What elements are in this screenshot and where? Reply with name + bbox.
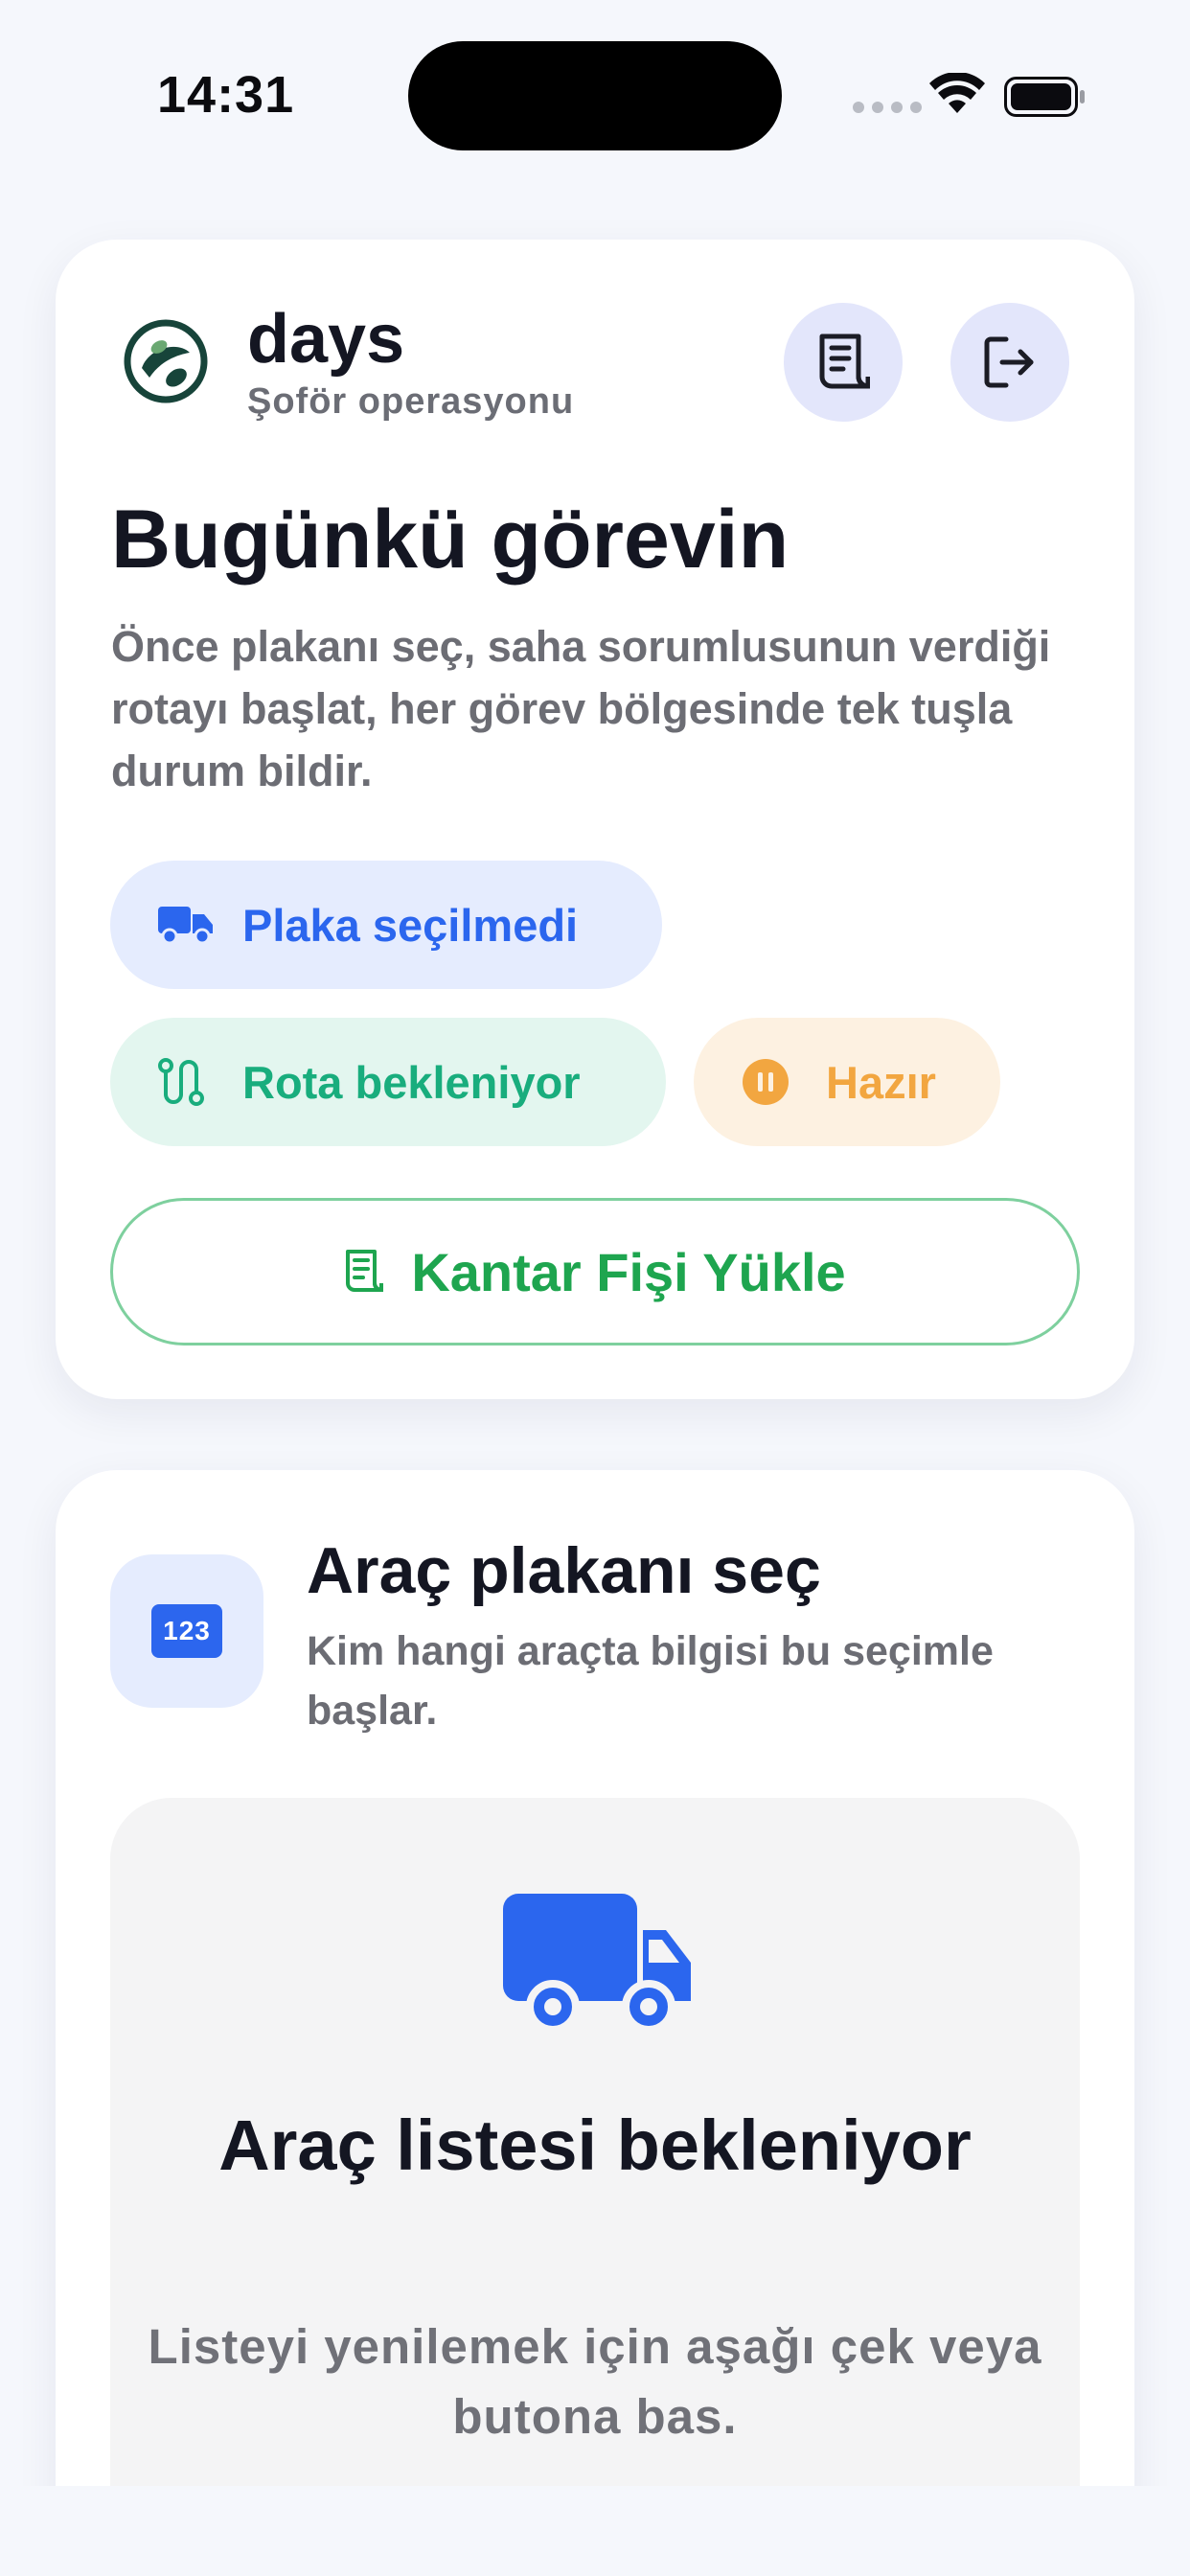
logout-button[interactable]: [950, 303, 1069, 422]
ready-status-label: Hazır: [826, 1056, 936, 1108]
brand-name: days: [247, 301, 405, 378]
bottom-safe-area: [0, 2486, 1190, 2576]
upload-weighbridge-receipt-button[interactable]: Kantar Fişi Yükle: [110, 1198, 1080, 1346]
plate-status-pill[interactable]: Plaka seçilmedi: [110, 861, 662, 989]
dynamic-island: [408, 41, 782, 150]
truck-icon: [503, 1894, 691, 2034]
license-plate-icon: 123: [110, 1554, 263, 1708]
plate-section-title: Araç plakanı seç: [307, 1534, 821, 1607]
plate-section-subtitle: Kim hangi araçta bilgisi bu seçimle başl…: [307, 1628, 994, 1734]
route-icon: [158, 1058, 217, 1106]
task-description: Önce plakanı seç, saha sorumlusunun verd…: [111, 622, 1051, 795]
receipt-icon: [819, 334, 870, 389]
pause-icon: [742, 1058, 801, 1106]
route-status-label: Rota bekleniyor: [242, 1056, 581, 1108]
truck-icon: [158, 905, 217, 945]
plate-icon-label: 123: [151, 1604, 222, 1658]
status-bar: 14:31: [0, 0, 1190, 182]
route-status-pill[interactable]: Rota bekleniyor: [110, 1018, 666, 1146]
empty-state-title: Araç listesi bekleniyor: [218, 2105, 972, 2185]
wifi-icon: [929, 73, 985, 113]
receipts-button[interactable]: [784, 303, 903, 422]
empty-state-subtitle: Listeyi yenilemek için aşağı çek veya bu…: [148, 2319, 1042, 2444]
battery-icon: [1004, 77, 1085, 117]
status-time: 14:31: [157, 66, 295, 124]
ready-status-pill[interactable]: Hazır: [694, 1018, 1000, 1146]
days-logo-icon: [124, 319, 208, 403]
plate-status-label: Plaka seçilmedi: [242, 899, 579, 951]
receipt-icon: [344, 1249, 384, 1295]
driver-home-screen: 14:31 days Şoför operasyonu Bugünkü göre…: [0, 0, 1190, 2576]
task-card: days Şoför operasyonu Bugünkü görevin Ön…: [56, 240, 1134, 1399]
vehicle-list-empty-state: Araç listesi bekleniyor Listeyi yenileme…: [110, 1798, 1080, 2576]
plate-selection-card: 123 Araç plakanı seç Kim hangi araçta bi…: [56, 1470, 1134, 2576]
upload-button-label: Kantar Fişi Yükle: [411, 1241, 846, 1302]
cellular-signal-icon: [853, 102, 922, 113]
brand-subtitle: Şoför operasyonu: [247, 381, 575, 422]
logout-icon: [984, 336, 1034, 388]
page-title: Bugünkü görevin: [111, 494, 790, 586]
